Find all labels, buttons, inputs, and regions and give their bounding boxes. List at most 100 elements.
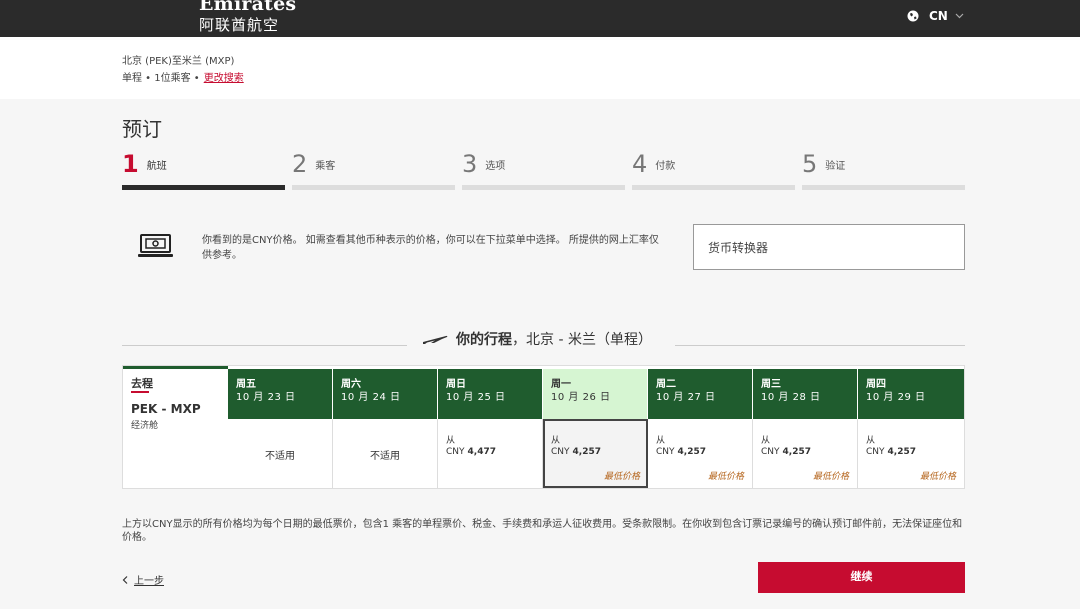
step-number: 2 bbox=[292, 150, 308, 178]
fare-cell: 不适用 bbox=[333, 419, 438, 488]
from-label: 从 bbox=[656, 436, 666, 446]
language-code: CN bbox=[929, 9, 948, 23]
modify-search-link[interactable]: 更改搜索 bbox=[204, 73, 244, 84]
trip-details: 单程 • 1位乘客 • bbox=[122, 73, 200, 84]
logo-chinese[interactable]: 阿联酋航空 bbox=[199, 16, 279, 34]
date-sat-oct-24[interactable]: 周六 10 月 24 日 不适用 bbox=[333, 369, 438, 488]
step-flights: 1 航班 bbox=[122, 150, 285, 192]
date: 10 月 28 日 bbox=[761, 392, 821, 403]
weekday: 周六 bbox=[341, 379, 361, 390]
price-disclaimer: 上方以CNY显示的所有价格均为每个日期的最低票价，包含1 乘客的单程票价、税金、… bbox=[122, 519, 963, 543]
price-amount: 4,477 bbox=[467, 447, 496, 457]
search-summary: 北京 (PEK)至米兰 (MXP) 单程 • 1位乘客 • 更改搜索 bbox=[0, 37, 1080, 99]
currency-converter-dropdown[interactable]: 货币转换器 bbox=[693, 224, 965, 270]
weekday: 周一 bbox=[551, 379, 571, 390]
price: CNY 4,257 bbox=[866, 447, 916, 457]
continue-button[interactable]: 继续 bbox=[758, 562, 965, 593]
weekday: 周日 bbox=[446, 379, 466, 390]
lowest-price-badge: 最低价格 bbox=[707, 472, 744, 482]
date-header: 周六 10 月 24 日 bbox=[333, 369, 438, 419]
step-payment: 4 付款 bbox=[632, 150, 795, 192]
date: 10 月 26 日 bbox=[551, 392, 611, 403]
date-thu-oct-29[interactable]: 周四 10 月 29 日 从 CNY 4,257 最低价格 bbox=[858, 369, 964, 488]
airplane-icon bbox=[423, 335, 448, 344]
page-title: 预订 bbox=[122, 117, 162, 141]
back-link-label: 上一步 bbox=[134, 576, 164, 587]
price: CNY 4,477 bbox=[446, 447, 496, 457]
chevron-down-icon bbox=[955, 13, 964, 19]
route-summary: 北京 (PEK)至米兰 (MXP) bbox=[122, 56, 235, 67]
step-passengers: 2 乘客 bbox=[292, 150, 455, 192]
step-progress-bar bbox=[802, 185, 965, 190]
currency-notice: 你看到的是CNY价格。 如需查看其他币种表示的价格，你可以在下拉菜单中选择。 所… bbox=[122, 208, 965, 288]
itinerary-title-bold: 你的行程 bbox=[456, 332, 512, 348]
fare-cell: 从 CNY 4,257 最低价格 bbox=[858, 419, 964, 488]
cabin-class: 经济舱 bbox=[131, 421, 159, 431]
itinerary-heading: 你的行程 ，北京 - 米兰（单程） bbox=[122, 327, 965, 349]
itinerary-title: 你的行程 ，北京 - 米兰（单程） bbox=[422, 329, 652, 349]
globe-icon bbox=[907, 10, 919, 22]
fare-cell-selected: 从 CNY 4,257 最低价格 bbox=[543, 419, 648, 488]
chevron-left-icon bbox=[122, 575, 128, 584]
price-amount: 4,257 bbox=[572, 447, 601, 457]
date-fri-oct-23[interactable]: 周五 10 月 23 日 不适用 bbox=[228, 369, 333, 488]
fare-calendar: 去程 PEK - MXP 经济舱 周五 10 月 23 日 不适用 周六 10 … bbox=[122, 365, 965, 489]
not-available: 不适用 bbox=[370, 451, 400, 462]
step-options: 3 选项 bbox=[462, 150, 625, 192]
lowest-price-badge: 最低价格 bbox=[919, 472, 956, 482]
date-sun-oct-25[interactable]: 周日 10 月 25 日 从 CNY 4,477 bbox=[438, 369, 543, 488]
price: CNY 4,257 bbox=[656, 447, 706, 457]
weekday: 周二 bbox=[656, 379, 676, 390]
date-header: 周一 10 月 26 日 bbox=[543, 369, 648, 419]
step-progress-bar bbox=[632, 185, 795, 190]
from-label: 从 bbox=[446, 436, 456, 446]
date-header: 周五 10 月 23 日 bbox=[228, 369, 333, 419]
back-link[interactable]: 上一步 bbox=[122, 572, 164, 587]
step-label: 付款 bbox=[655, 161, 676, 172]
step-label: 乘客 bbox=[315, 161, 336, 172]
fare-cell: 从 CNY 4,477 bbox=[438, 419, 543, 488]
outbound-underline bbox=[131, 391, 149, 393]
step-number: 4 bbox=[632, 150, 648, 178]
date-mon-oct-26[interactable]: 周一 10 月 26 日 从 CNY 4,257 最低价格 bbox=[543, 369, 648, 488]
date-header: 周日 10 月 25 日 bbox=[438, 369, 543, 419]
not-available: 不适用 bbox=[265, 451, 295, 462]
trip-summary: 单程 • 1位乘客 • 更改搜索 bbox=[122, 69, 244, 84]
currency-code: CNY bbox=[446, 447, 465, 457]
price-amount: 4,257 bbox=[782, 447, 811, 457]
step-number: 3 bbox=[462, 150, 478, 178]
date: 10 月 23 日 bbox=[236, 392, 296, 403]
divider bbox=[675, 345, 965, 346]
weekday: 周四 bbox=[866, 379, 886, 390]
language-selector[interactable]: CN bbox=[907, 8, 964, 24]
lowest-price-badge: 最低价格 bbox=[812, 472, 849, 482]
step-progress-bar bbox=[462, 185, 625, 190]
currency-code: CNY bbox=[656, 447, 675, 457]
step-number: 5 bbox=[802, 150, 818, 178]
step-progress-bar bbox=[122, 185, 285, 190]
date: 10 月 24 日 bbox=[341, 392, 401, 403]
currency-code: CNY bbox=[761, 447, 780, 457]
weekday: 周三 bbox=[761, 379, 781, 390]
outbound-info: 去程 PEK - MXP 经济舱 bbox=[123, 366, 228, 488]
currency-code: CNY bbox=[866, 447, 885, 457]
price: CNY 4,257 bbox=[551, 447, 601, 457]
date: 10 月 29 日 bbox=[866, 392, 926, 403]
weekday: 周五 bbox=[236, 379, 256, 390]
date-header: 周四 10 月 29 日 bbox=[858, 369, 964, 419]
date-tue-oct-27[interactable]: 周二 10 月 27 日 从 CNY 4,257 最低价格 bbox=[648, 369, 753, 488]
fare-cell: 从 CNY 4,257 最低价格 bbox=[648, 419, 753, 488]
from-label: 从 bbox=[551, 436, 561, 446]
currency-notice-text: 你看到的是CNY价格。 如需查看其他币种表示的价格，你可以在下拉菜单中选择。 所… bbox=[202, 235, 659, 261]
price-amount: 4,257 bbox=[677, 447, 706, 457]
lowest-price-badge: 最低价格 bbox=[603, 472, 640, 482]
price: CNY 4,257 bbox=[761, 447, 811, 457]
date: 10 月 27 日 bbox=[656, 392, 716, 403]
from-label: 从 bbox=[866, 436, 876, 446]
step-label: 选项 bbox=[485, 161, 506, 172]
outbound-route: PEK - MXP bbox=[131, 402, 201, 416]
date-wed-oct-28[interactable]: 周三 10 月 28 日 从 CNY 4,257 最低价格 bbox=[753, 369, 858, 488]
logo-wordmark[interactable]: Emirates bbox=[199, 0, 296, 15]
step-progress-bar bbox=[292, 185, 455, 190]
from-label: 从 bbox=[761, 436, 771, 446]
